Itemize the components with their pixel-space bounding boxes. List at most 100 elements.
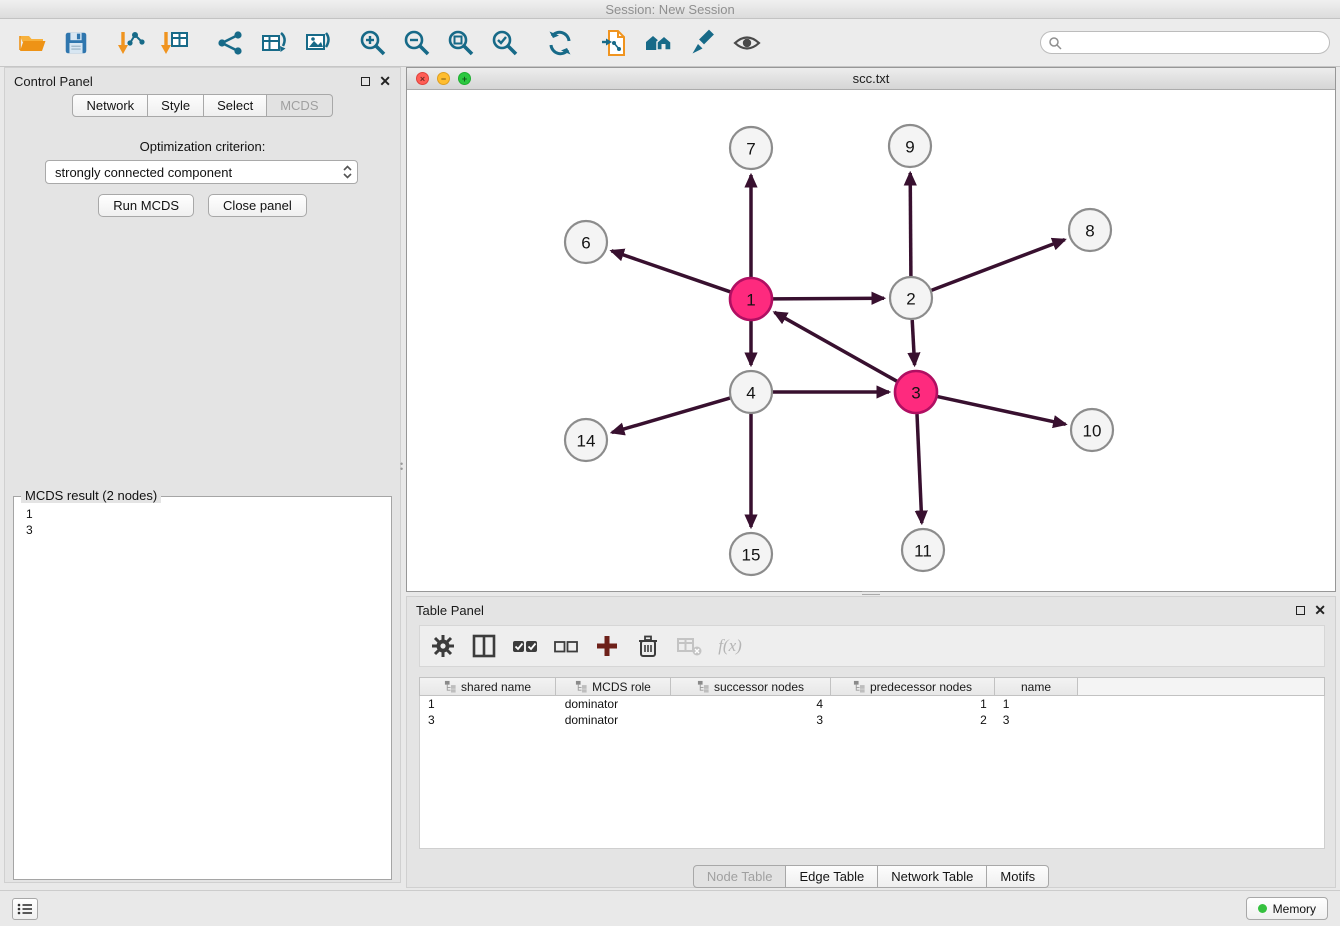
window-close-button[interactable]: ×: [416, 72, 429, 85]
open-session-button[interactable]: [10, 24, 54, 62]
mcds-result-title: MCDS result (2 nodes): [21, 488, 161, 503]
node-label: 1: [746, 291, 755, 310]
network-window-titlebar[interactable]: × − + scc.txt: [407, 68, 1335, 90]
node-14[interactable]: 14: [565, 419, 607, 461]
tab-mcds[interactable]: MCDS: [267, 94, 332, 117]
open-folder-icon: [17, 28, 47, 58]
table-settings-button[interactable]: [429, 632, 457, 660]
import-table-icon: [160, 28, 190, 58]
control-panel-header: Control Panel ✕: [5, 68, 400, 94]
edge-3-1[interactable]: [775, 312, 897, 381]
tab-edge-table[interactable]: Edge Table: [786, 865, 878, 888]
tab-motifs[interactable]: Motifs: [987, 865, 1049, 888]
edge-2-3[interactable]: [912, 320, 914, 365]
table-row[interactable]: 1dominator411: [420, 696, 1324, 712]
table-toolbar: f(x): [419, 625, 1325, 667]
node-label: 3: [911, 384, 920, 403]
zoom-out-icon: [402, 28, 432, 58]
column-label: predecessor nodes: [870, 680, 972, 694]
tab-node-table[interactable]: Node Table: [693, 865, 787, 888]
edge-3-11[interactable]: [917, 414, 922, 523]
control-panel-title: Control Panel: [14, 74, 93, 89]
column-label: MCDS role: [592, 680, 651, 694]
first-neighbors-button[interactable]: [637, 24, 681, 62]
apply-style-button[interactable]: [681, 24, 725, 62]
node-10[interactable]: 10: [1071, 409, 1113, 451]
unselect-all-columns-button[interactable]: [552, 632, 580, 660]
mcds-result-content[interactable]: 13: [14, 497, 391, 547]
zoom-in-icon: [358, 28, 388, 58]
select-all-columns-button[interactable]: [511, 632, 539, 660]
node-15[interactable]: 15: [730, 533, 772, 575]
export-image-icon: [303, 28, 333, 58]
copy-style-button[interactable]: [593, 24, 637, 62]
node-label: 9: [905, 138, 914, 157]
save-session-button[interactable]: [54, 24, 98, 62]
node-label: 6: [581, 234, 590, 253]
table-cell: dominator: [557, 696, 672, 712]
close-table-panel-icon[interactable]: ✕: [1314, 604, 1326, 616]
node-4[interactable]: 4: [730, 371, 772, 413]
table-row[interactable]: 3dominator323: [420, 712, 1324, 728]
tab-network-table[interactable]: Network Table: [878, 865, 987, 888]
column-header-name[interactable]: name: [995, 677, 1078, 696]
edge-2-9[interactable]: [910, 173, 911, 276]
node-1[interactable]: 1: [730, 278, 772, 320]
memory-button[interactable]: Memory: [1246, 897, 1328, 920]
node-3[interactable]: 3: [895, 371, 937, 413]
show-hide-details-button[interactable]: [725, 24, 769, 62]
zoom-out-button[interactable]: [395, 24, 439, 62]
panel-divider-handle[interactable]: ••: [400, 462, 403, 480]
column-header-mcds-role[interactable]: MCDS role: [556, 677, 671, 696]
node-label: 2: [906, 290, 915, 309]
column-label: shared name: [461, 680, 531, 694]
close-panel-button[interactable]: Close panel: [208, 194, 307, 217]
zoom-in-button[interactable]: [351, 24, 395, 62]
export-image-button[interactable]: [296, 24, 340, 62]
status-bar: Memory: [0, 890, 1340, 926]
show-column-panel-button[interactable]: [470, 632, 498, 660]
new-network-table-button[interactable]: [252, 24, 296, 62]
edge-4-14[interactable]: [612, 398, 730, 432]
node-9[interactable]: 9: [889, 125, 931, 167]
node-8[interactable]: 8: [1069, 209, 1111, 251]
edge-1-2[interactable]: [773, 298, 884, 299]
edge-1-6[interactable]: [612, 251, 731, 292]
search-input[interactable]: [1062, 36, 1322, 50]
node-11[interactable]: 11: [902, 529, 944, 571]
control-panel: Control Panel ✕ Network Style Select MCD…: [4, 67, 401, 883]
apply-layout-button[interactable]: [538, 24, 582, 62]
optimization-criterion-select[interactable]: strongly connected component: [45, 160, 358, 184]
window-minimize-button[interactable]: −: [437, 72, 450, 85]
create-column-button[interactable]: [593, 632, 621, 660]
list-icon: [17, 902, 33, 916]
node-6[interactable]: 6: [565, 221, 607, 263]
control-panel-tabs: Network Style Select MCDS: [5, 94, 400, 117]
edge-2-8[interactable]: [932, 240, 1065, 291]
global-search-box[interactable]: [1040, 31, 1330, 54]
delete-column-button[interactable]: [634, 632, 662, 660]
float-table-panel-icon[interactable]: [1296, 606, 1305, 615]
node-2[interactable]: 2: [890, 277, 932, 319]
show-panels-button[interactable]: [12, 898, 38, 920]
column-header-successor-nodes[interactable]: successor nodes: [671, 677, 831, 696]
column-header-shared-name[interactable]: shared name: [419, 677, 556, 696]
close-panel-icon[interactable]: ✕: [379, 75, 391, 87]
window-zoom-button[interactable]: +: [458, 72, 471, 85]
network-graph[interactable]: 7 9 6 8 1 2 4 3 14 10 15 11: [407, 90, 1335, 591]
new-network-button[interactable]: [208, 24, 252, 62]
edge-3-10[interactable]: [938, 397, 1066, 425]
float-panel-icon[interactable]: [361, 77, 370, 86]
tab-network[interactable]: Network: [72, 94, 148, 117]
window-divider-handle[interactable]: [862, 591, 880, 595]
import-network-button[interactable]: [109, 24, 153, 62]
tab-style[interactable]: Style: [148, 94, 204, 117]
node-table-body[interactable]: 1dominator4113dominator323: [419, 696, 1325, 849]
import-table-button[interactable]: [153, 24, 197, 62]
tab-select[interactable]: Select: [204, 94, 267, 117]
column-header-predecessor-nodes[interactable]: predecessor nodes: [831, 677, 995, 696]
zoom-fit-button[interactable]: [439, 24, 483, 62]
run-mcds-button[interactable]: Run MCDS: [98, 194, 194, 217]
zoom-selected-button[interactable]: [483, 24, 527, 62]
node-7[interactable]: 7: [730, 127, 772, 169]
